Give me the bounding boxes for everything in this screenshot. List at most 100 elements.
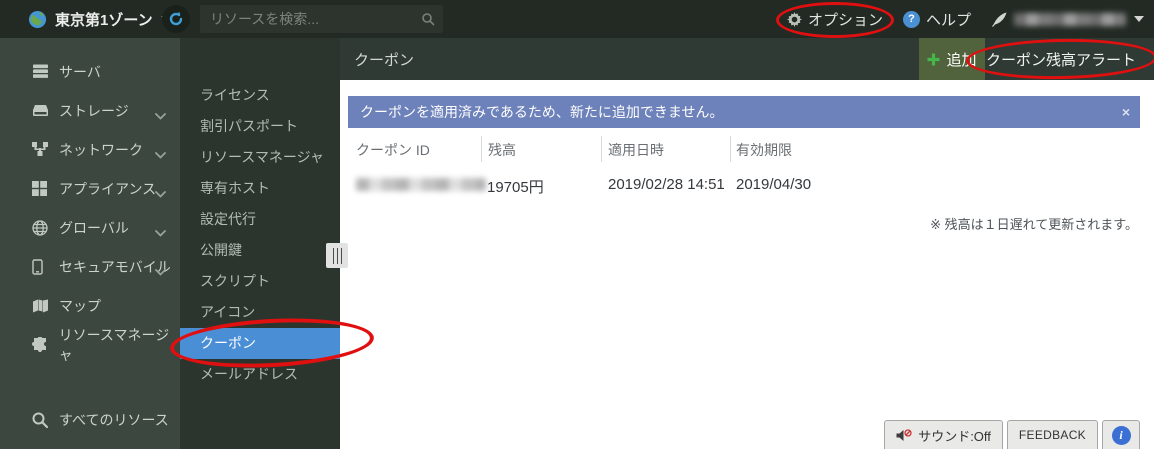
submenu-item-config-agent[interactable]: 設定代行 bbox=[180, 204, 340, 235]
column-divider bbox=[481, 136, 482, 162]
sidebar-item-network[interactable]: ネットワーク bbox=[0, 130, 180, 169]
sidebar-item-label: サーバ bbox=[59, 62, 101, 82]
sound-label: サウンド:Off bbox=[918, 426, 991, 445]
cell-expiry: 2019/04/30 bbox=[736, 176, 811, 193]
main-header: クーポン 追加 クーポン残高アラート bbox=[340, 38, 1154, 80]
submenu-item-resource-manager[interactable]: リソースマネージャ bbox=[180, 142, 340, 173]
zone-globe-icon bbox=[28, 10, 47, 29]
puzzle-icon bbox=[32, 337, 52, 352]
sidebar-item-label: マップ bbox=[59, 296, 101, 316]
top-bar: 東京第1ゾーン オプション ? ヘルプ bbox=[0, 0, 1154, 38]
zone-label: 東京第1ゾーン bbox=[55, 9, 153, 30]
submenu-item-mail-address[interactable]: メールアドレス bbox=[180, 359, 340, 390]
cell-applied-at: 2019/02/28 14:51 bbox=[608, 176, 725, 193]
resource-search bbox=[200, 5, 443, 33]
server-icon bbox=[32, 64, 52, 79]
close-icon[interactable]: × bbox=[1122, 103, 1130, 121]
chevron-down-icon bbox=[155, 146, 166, 162]
main-content: クーポンを適用済みであるため、新たに追加できません。 × クーポン ID 残高 … bbox=[340, 80, 1154, 449]
feedback-button[interactable]: FEEDBACK bbox=[1007, 420, 1098, 449]
chevron-down-icon bbox=[155, 263, 166, 279]
sidebar-item-appliance[interactable]: アプライアンス bbox=[0, 169, 180, 208]
sidebar-item-server[interactable]: サーバ bbox=[0, 52, 180, 91]
submenu-item-discount-passport[interactable]: 割引パスポート bbox=[180, 111, 340, 142]
info-icon: i bbox=[1112, 426, 1131, 445]
chevron-down-icon bbox=[155, 224, 166, 240]
secondary-sidebar: ライセンス 割引パスポート リソースマネージャ 専有ホスト 設定代行 公開鍵 ス… bbox=[180, 38, 340, 449]
sidebar-item-label: アプライアンス bbox=[59, 179, 156, 199]
sound-toggle-button[interactable]: サウンド:Off bbox=[884, 420, 1003, 449]
sidebar-item-all-resources[interactable]: すべてのリソース bbox=[0, 400, 180, 439]
sidebar-item-resource-manager[interactable]: リソースマネージャ bbox=[0, 325, 180, 364]
map-icon bbox=[32, 299, 52, 313]
page-title: クーポン bbox=[354, 38, 414, 80]
chevron-down-icon bbox=[155, 107, 166, 123]
column-header-applied-at: 適用日時 bbox=[608, 140, 664, 160]
submenu-item-label: 設定代行 bbox=[200, 211, 256, 227]
submenu-item-coupon[interactable]: クーポン bbox=[180, 328, 340, 359]
coupon-id-redacted bbox=[356, 178, 486, 191]
submenu-item-label: 専有ホスト bbox=[200, 180, 270, 196]
sidebar-item-label: ネットワーク bbox=[59, 140, 143, 160]
panel-resize-grip[interactable] bbox=[326, 243, 348, 268]
top-bar-right: オプション ? ヘルプ bbox=[787, 0, 1144, 38]
footer-buttons: サウンド:Off FEEDBACK i bbox=[884, 420, 1140, 449]
submenu-item-label: スクリプト bbox=[200, 273, 270, 289]
add-button[interactable]: 追加 bbox=[919, 38, 985, 80]
submenu-item-label: メールアドレス bbox=[200, 366, 298, 382]
appliance-grid-icon bbox=[32, 181, 52, 196]
info-button[interactable]: i bbox=[1102, 420, 1140, 449]
sidebar-item-map[interactable]: マップ bbox=[0, 286, 180, 325]
search-icon bbox=[32, 412, 52, 428]
submenu-item-label: アイコン bbox=[200, 304, 255, 320]
submenu-item-label: ライセンス bbox=[200, 87, 270, 103]
add-button-label: 追加 bbox=[946, 49, 976, 70]
sidebar-item-global[interactable]: グローバル bbox=[0, 208, 180, 247]
notice-text: クーポンを適用済みであるため、新たに追加できません。 bbox=[360, 102, 723, 122]
notice-banner: クーポンを適用済みであるため、新たに追加できません。 × bbox=[348, 96, 1140, 128]
chevron-down-icon bbox=[1134, 16, 1144, 22]
column-divider bbox=[601, 136, 602, 162]
chevron-down-icon bbox=[155, 185, 166, 201]
feather-icon bbox=[991, 11, 1008, 28]
column-header-balance: 残高 bbox=[488, 140, 516, 160]
storage-icon bbox=[32, 104, 52, 117]
sidebar-item-secure-mobile[interactable]: セキュアモバイル bbox=[0, 247, 180, 286]
column-header-expiry: 有効期限 bbox=[736, 140, 792, 160]
refresh-button[interactable] bbox=[162, 5, 190, 33]
cell-balance: 19705円 bbox=[487, 176, 544, 197]
submenu-item-label: 割引パスポート bbox=[200, 118, 298, 134]
user-menu[interactable] bbox=[991, 11, 1144, 28]
options-menu[interactable]: オプション bbox=[787, 9, 883, 30]
sidebar-item-storage[interactable]: ストレージ bbox=[0, 91, 180, 130]
feedback-label: FEEDBACK bbox=[1019, 428, 1086, 442]
submenu-item-public-key[interactable]: 公開鍵 bbox=[180, 235, 340, 266]
balance-update-note: ※ 残高は１日遅れて更新されます。 bbox=[930, 214, 1138, 233]
help-icon: ? bbox=[903, 11, 920, 28]
submenu-item-icon[interactable]: アイコン bbox=[180, 297, 340, 328]
primary-sidebar: サーバ ストレージ ネットワーク アプライアンス グローバル bbox=[0, 38, 180, 449]
submenu-item-dedicated-host[interactable]: 専有ホスト bbox=[180, 173, 340, 204]
sidebar-item-label: ストレージ bbox=[59, 101, 129, 121]
sidebar-item-label: リソースマネージャ bbox=[59, 325, 180, 365]
search-input[interactable] bbox=[200, 5, 443, 33]
help-menu[interactable]: ? ヘルプ bbox=[903, 9, 971, 30]
zone-selector[interactable]: 東京第1ゾーン bbox=[28, 0, 171, 38]
sidebar-item-label: すべてのリソース bbox=[59, 410, 169, 430]
coupon-balance-alert-button[interactable]: クーポン残高アラート bbox=[980, 38, 1142, 80]
network-icon bbox=[32, 142, 52, 157]
column-header-coupon-id: クーポン ID bbox=[356, 140, 430, 160]
submenu-item-script[interactable]: スクリプト bbox=[180, 266, 340, 297]
speaker-mute-icon bbox=[896, 429, 912, 442]
column-divider bbox=[730, 136, 731, 162]
search-icon bbox=[421, 12, 435, 31]
submenu-item-license[interactable]: ライセンス bbox=[180, 80, 340, 111]
username-redacted bbox=[1014, 13, 1126, 26]
mobile-icon bbox=[32, 259, 52, 275]
submenu-item-label: 公開鍵 bbox=[200, 242, 242, 258]
gear-icon bbox=[787, 12, 802, 27]
submenu-item-label: クーポン bbox=[200, 335, 256, 351]
alert-button-label: クーポン残高アラート bbox=[986, 49, 1136, 70]
plus-icon bbox=[927, 53, 940, 66]
globe-icon bbox=[32, 220, 52, 236]
